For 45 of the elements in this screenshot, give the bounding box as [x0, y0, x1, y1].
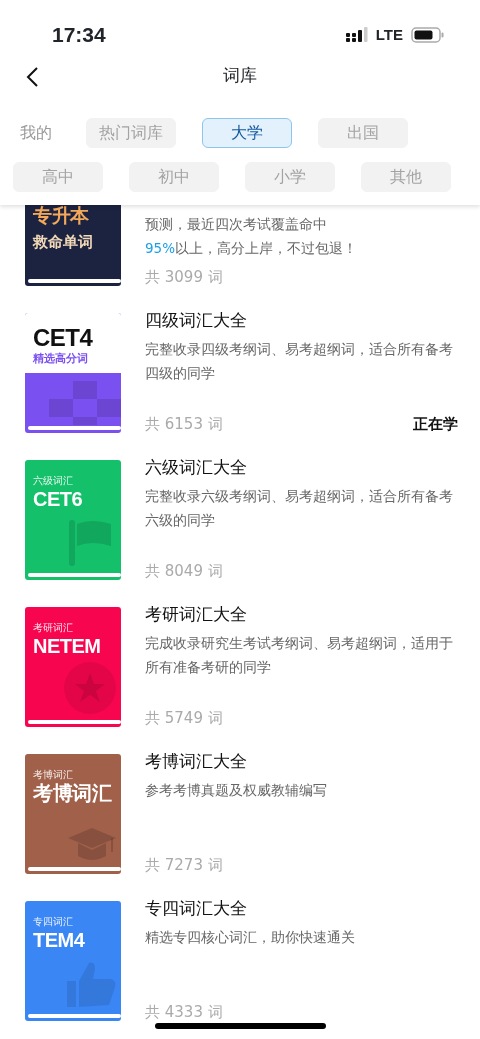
- category-tab[interactable]: 初中: [129, 162, 219, 192]
- page-title: 词库: [223, 64, 257, 88]
- network-label: LTE: [375, 24, 403, 45]
- category-tab[interactable]: 高中: [13, 162, 103, 192]
- learning-status: 正在学: [413, 413, 458, 435]
- cover-text: 六级词汇: [33, 474, 74, 488]
- graduation-cap-icon: [67, 826, 117, 862]
- word-count: 共 6153 词: [145, 413, 223, 435]
- cover-text: NETEM: [33, 635, 102, 657]
- book-description: 预测，最近四次考试覆盖命中: [145, 214, 328, 234]
- cover-text: CET6: [33, 488, 84, 510]
- cover-text: 考博词汇: [33, 768, 74, 782]
- book-description: 完整收录六级考纲词、易考超纲词，适合所有备考六级的同学: [145, 487, 454, 530]
- book-title: 四级词汇大全: [145, 309, 248, 332]
- category-tab[interactable]: 我的: [20, 121, 52, 145]
- word-count: 共 4333 词: [145, 1001, 223, 1023]
- book-title: 考博词汇大全: [145, 750, 248, 773]
- book-description: 完成收录研究生考试考纲词、易考超纲词，适用于所有准备考研的同学: [145, 634, 454, 677]
- signal-icon: [345, 27, 368, 43]
- cover-text: 精选高分词: [33, 351, 89, 368]
- category-tab[interactable]: 小学: [245, 162, 335, 192]
- cover-text: CET4: [33, 325, 94, 352]
- book-description: 参考考博真题及权威教辅编写: [145, 781, 328, 800]
- book-description: 精选专四核心词汇，助你快速通关: [145, 928, 356, 947]
- book-title: 专四词汇大全: [145, 897, 248, 920]
- status-time: 17:34: [52, 22, 106, 49]
- cover-text: 专四词汇: [33, 915, 74, 929]
- category-tab[interactable]: 出国: [318, 118, 408, 148]
- cover-text: TEM4: [33, 929, 86, 951]
- word-count: 共 8049 词: [145, 560, 223, 582]
- book-description: 95%以上，高分上岸，不过包退！: [145, 238, 358, 258]
- cover-text: 考研词汇: [33, 621, 74, 635]
- word-count: 共 5749 词: [145, 707, 223, 729]
- category-tab[interactable]: 大学: [202, 118, 292, 148]
- book-description: 完整收录四级考纲词、易考超纲词，适合所有备考四级的同学: [145, 340, 454, 383]
- book-title: 六级词汇大全: [145, 456, 248, 479]
- category-tab[interactable]: 热门词库: [86, 118, 176, 148]
- word-count: 共 3099 词: [145, 266, 223, 288]
- cover-text: 考博词汇: [33, 782, 113, 804]
- word-count: 共 7273 词: [145, 854, 223, 876]
- cover-text: 救命单词: [33, 231, 94, 253]
- cover-text: 专升本: [33, 206, 90, 227]
- battery-icon: [411, 27, 444, 43]
- category-tab[interactable]: 其他: [361, 162, 451, 192]
- book-title: 考研词汇大全: [145, 603, 248, 626]
